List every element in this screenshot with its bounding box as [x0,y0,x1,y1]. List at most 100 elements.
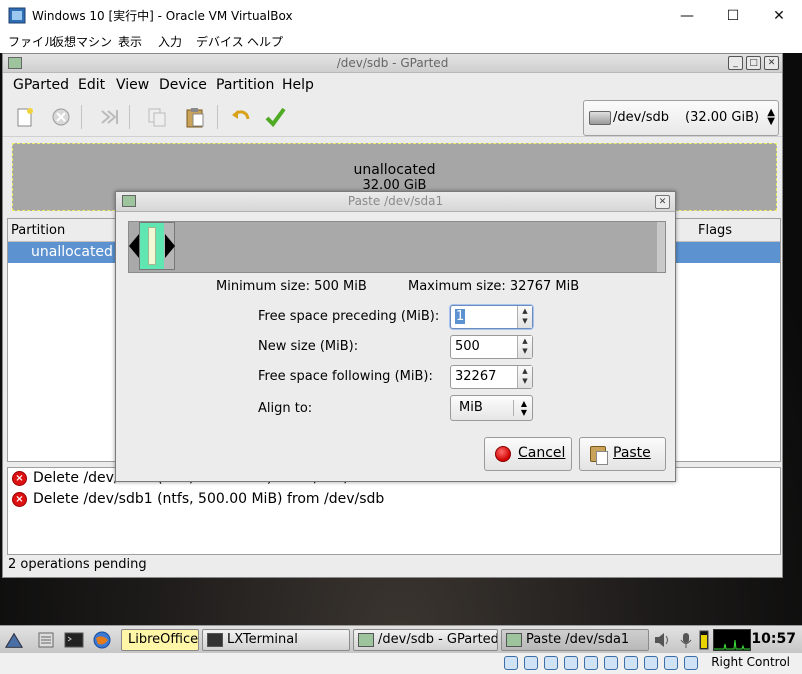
host-close-button[interactable]: ✕ [756,0,802,31]
free-preceding-input[interactable]: 1 ▲ ▼ [450,305,533,329]
copy-icon[interactable] [145,105,169,129]
toolbar-separator [129,105,130,129]
host-status-bar: Right Control [0,653,802,674]
resize-move-icon[interactable] [97,105,121,129]
stop-icon [495,446,511,462]
paste-button-label: Paste [613,445,651,461]
microphone-icon[interactable] [676,630,696,650]
knoppix-menu-icon[interactable] [4,630,24,650]
maximum-size-text: Maximum size: 32767 MiB [408,279,580,294]
cancel-button[interactable]: Cancel [484,437,572,471]
host-menu-machine[interactable]: 仮想マシン [52,33,112,50]
host-window-title: Windows 10 [実行中] - Oracle VM VirtualBox [32,9,293,23]
menu-help[interactable]: Help [282,77,314,93]
hard-disk-status-icon[interactable] [504,656,518,670]
cpu-monitor-graph [713,629,751,651]
dialog-close-button[interactable]: ✕ [655,195,670,209]
free-following-input[interactable]: 32267 ▲ ▼ [450,365,533,389]
new-partition-icon[interactable] [13,105,37,129]
spin-arrows-icon[interactable]: ▲ ▼ [517,366,532,388]
new-size-label: New size (MiB): [258,339,359,354]
virtualization-icon [664,656,678,670]
gparted-close-button[interactable]: ✕ [764,56,779,70]
gparted-maximize-button[interactable]: □ [746,56,761,70]
host-menubar: ファイル 仮想マシン 表示 入力 デバイス ヘルプ [0,31,802,53]
host-menu-view[interactable]: 表示 [118,33,142,50]
new-size-value: 500 [455,339,480,354]
shared-folders-icon[interactable] [604,656,618,670]
host-minimize-button[interactable]: — [664,0,710,31]
combo-separator [513,400,514,416]
status-bar-text: 2 operations pending [8,557,147,572]
gparted-window-title: /dev/sdb - GParted [336,56,449,70]
gparted-minimize-button[interactable]: _ [728,56,743,70]
operation-row[interactable]: × Delete /dev/sdb1 (ntfs, 500.00 MiB) fr… [8,489,780,510]
task-label: LibreOffice [128,632,199,647]
resize-right-handle[interactable] [165,234,175,258]
clipboard-icon [590,446,608,465]
virtualbox-icon [8,7,26,24]
apply-check-icon[interactable] [263,105,287,129]
task-paste-dialog[interactable]: Paste /dev/sda1 [501,629,649,651]
free-following-label: Free space following (MiB): [258,369,433,384]
device-size: (32.00 GiB) [685,110,760,125]
host-key-label: Right Control [711,655,790,669]
partition-resizer[interactable] [128,221,666,273]
gparted-toolbar: /dev/sdb (32.00 GiB) ▲ ▼ [3,97,782,137]
operation-text: Delete /dev/sdb1 (ntfs, 500.00 MiB) from… [33,491,385,507]
file-manager-icon[interactable] [36,630,56,650]
display-status-icon[interactable] [624,656,638,670]
free-preceding-value: 1 [455,309,466,324]
menu-partition[interactable]: Partition [216,77,274,93]
resizer-edge [657,222,665,272]
disk-graphic-label: unallocated [353,162,436,178]
paste-dialog-titlebar: Paste /dev/sda1 ✕ [116,192,675,212]
gparted-icon [506,633,522,647]
device-selector[interactable]: /dev/sdb (32.00 GiB) ▲ ▼ [583,100,779,136]
delete-partition-icon[interactable] [49,105,73,129]
host-menu-file[interactable]: ファイル [8,33,56,50]
chevron-up-down-icon: ▲ ▼ [767,107,775,127]
task-label: LXTerminal [227,632,298,647]
menu-gparted[interactable]: GParted [13,77,69,93]
toolbar-separator [81,105,82,129]
mouse-integration-icon[interactable] [684,656,698,670]
spin-arrows-icon[interactable]: ▲ ▼ [517,306,532,328]
audio-status-icon[interactable] [544,656,558,670]
align-to-label: Align to: [258,401,313,416]
spin-arrows-icon[interactable]: ▲ ▼ [517,336,532,358]
optical-drive-icon[interactable] [524,656,538,670]
align-to-select[interactable]: MiB ▲ ▼ [450,395,533,421]
usb-status-icon[interactable] [584,656,598,670]
host-menu-input[interactable]: 入力 [158,33,182,50]
free-preceding-label: Free space preceding (MiB): [258,309,440,324]
column-partition[interactable]: Partition [11,223,65,238]
new-size-input[interactable]: 500 ▲ ▼ [450,335,533,359]
network-status-icon[interactable] [564,656,578,670]
resize-left-handle[interactable] [129,234,139,258]
paste-button[interactable]: Paste [579,437,666,471]
menu-device[interactable]: Device [159,77,207,93]
host-menu-devices[interactable]: デバイス [196,33,244,50]
paste-icon[interactable] [183,105,207,129]
paste-dialog-title: Paste /dev/sda1 [347,194,444,208]
resizer-core [148,227,156,265]
gparted-menubar: GParted Edit View Device Partition Help [3,73,782,97]
terminal-icon[interactable] [64,630,84,650]
device-name: /dev/sdb [613,110,669,125]
host-menu-help[interactable]: ヘルプ [247,33,283,50]
task-lxterminal[interactable]: LXTerminal [202,629,350,651]
undo-icon[interactable] [229,105,253,129]
column-flags[interactable]: Flags [698,223,732,238]
host-maximize-button[interactable]: ☐ [710,0,756,31]
volume-icon[interactable] [653,630,673,650]
menu-edit[interactable]: Edit [78,77,105,93]
task-libreoffice[interactable]: LibreOffice [121,629,199,651]
free-following-value: 32267 [455,369,497,384]
align-to-value: MiB [459,400,483,415]
web-browser-icon[interactable] [92,630,112,650]
video-capture-icon[interactable] [644,656,658,670]
task-gparted[interactable]: /dev/sdb - GParted [353,629,498,651]
menu-view[interactable]: View [116,77,149,93]
task-label: /dev/sdb - GParted [378,632,498,647]
